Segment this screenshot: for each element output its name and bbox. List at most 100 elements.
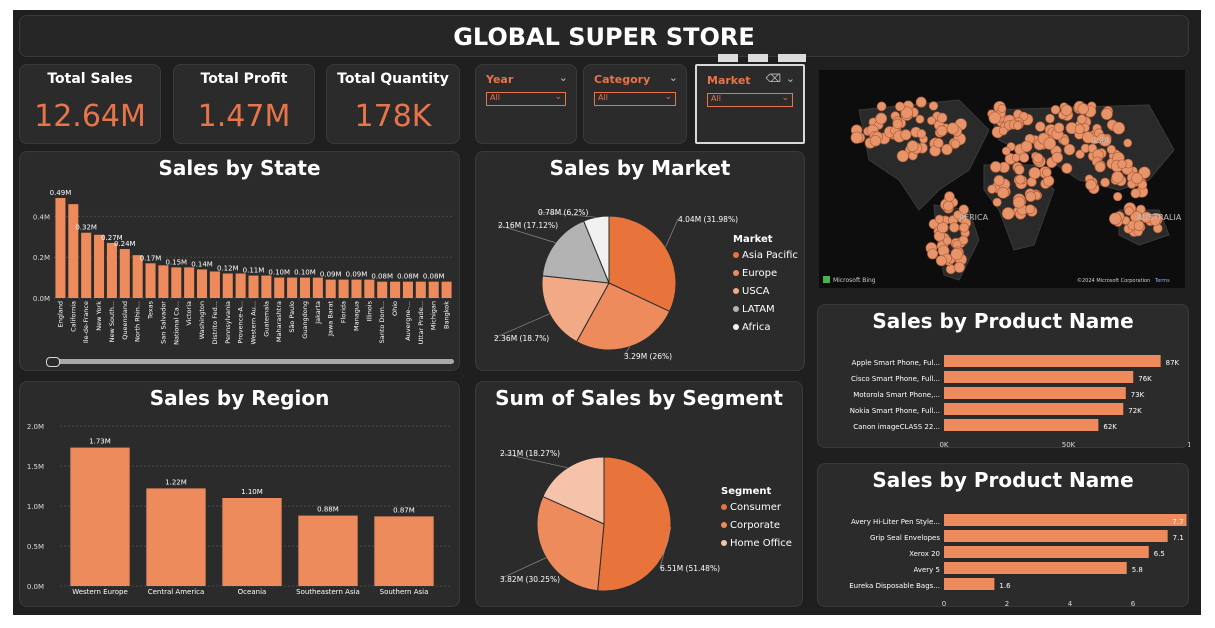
map-bubble[interactable] <box>1094 161 1106 173</box>
map-bubble[interactable] <box>941 143 953 156</box>
slicer-dropdown[interactable]: All ⌄ <box>594 92 676 106</box>
map-bubble[interactable] <box>906 140 919 153</box>
slicer-market[interactable]: Market ⌫ ⌄ All ⌄ <box>695 64 805 144</box>
bar[interactable] <box>944 355 1161 367</box>
map-bubble[interactable] <box>944 191 955 202</box>
map-bubble[interactable] <box>1123 138 1133 148</box>
map-bubble[interactable] <box>1113 192 1123 202</box>
map-bubble[interactable] <box>1015 174 1026 185</box>
bar[interactable] <box>944 403 1124 415</box>
map-bubble[interactable] <box>1112 121 1126 135</box>
bar[interactable] <box>944 546 1149 558</box>
map-bubble[interactable] <box>1124 206 1134 216</box>
map-bubble[interactable] <box>1013 121 1023 131</box>
map-bubble[interactable] <box>1100 177 1110 188</box>
bar[interactable] <box>441 281 452 298</box>
bar[interactable] <box>299 277 311 298</box>
map-bubble[interactable] <box>1076 114 1087 125</box>
map-bubble[interactable] <box>896 149 909 163</box>
map-bubble[interactable] <box>942 200 954 212</box>
map-bubble[interactable] <box>1053 122 1065 133</box>
map-bubble[interactable] <box>1051 151 1063 164</box>
bar[interactable] <box>94 234 105 298</box>
map-bubble[interactable] <box>949 222 960 233</box>
chevron-down-icon[interactable]: ⌄ <box>669 71 678 84</box>
eraser-icon[interactable]: ⌫ <box>765 72 781 85</box>
map-bubble[interactable] <box>993 175 1005 186</box>
bar[interactable] <box>184 267 195 298</box>
map-bubble[interactable] <box>927 248 939 260</box>
map-bubble[interactable] <box>1050 105 1061 115</box>
bar[interactable] <box>171 267 182 298</box>
slicer-year[interactable]: Year ⌄ All ⌄ <box>475 64 577 144</box>
scrollbar-thumb[interactable] <box>46 357 60 367</box>
map-bubble[interactable] <box>953 261 965 273</box>
map-bubble[interactable] <box>959 222 970 233</box>
bar[interactable] <box>944 578 995 590</box>
world-map[interactable]: ASIA AFRICA AUSTRALIA Microsoft Bing ©20… <box>819 70 1185 288</box>
bar[interactable] <box>390 281 401 298</box>
bar[interactable] <box>402 281 413 298</box>
bar[interactable] <box>119 249 130 298</box>
slicer-dropdown[interactable]: All ⌄ <box>707 93 793 107</box>
map-bubble[interactable] <box>933 137 944 149</box>
bar[interactable] <box>377 281 388 298</box>
map-bubble[interactable] <box>892 118 903 129</box>
map-bubble[interactable] <box>1077 103 1089 115</box>
map-bubble[interactable] <box>937 112 948 124</box>
map-bubble[interactable] <box>1035 121 1046 132</box>
chevron-down-icon[interactable]: ⌄ <box>786 72 795 85</box>
map-bubble[interactable] <box>1111 171 1124 184</box>
bar[interactable] <box>287 277 298 298</box>
map-bubble[interactable] <box>997 186 1009 199</box>
bar[interactable] <box>145 263 156 298</box>
map-bubble[interactable] <box>1043 137 1057 150</box>
legend-item[interactable]: Home Office <box>730 538 792 549</box>
sales-by-product-chart-1[interactable]: 0K 50K 1... Apple Smart Phone, Ful... 87K Cis… <box>818 305 1190 449</box>
map-bubble[interactable] <box>1109 212 1122 226</box>
map-bubble[interactable] <box>950 139 961 149</box>
map-bubble[interactable] <box>1061 162 1073 174</box>
legend-item[interactable]: Africa <box>742 322 771 333</box>
sales-by-product-chart-2[interactable]: 02468Avery Hi-Liter Pen Style...7.7Grip … <box>818 464 1190 608</box>
bar[interactable] <box>428 281 439 298</box>
bar[interactable] <box>944 562 1127 574</box>
map-bubble[interactable] <box>936 221 949 234</box>
bar[interactable] <box>158 265 169 298</box>
map-bubble[interactable] <box>850 131 863 144</box>
bar[interactable] <box>415 281 426 298</box>
map-bubble[interactable] <box>934 214 944 224</box>
map-bubble[interactable] <box>915 114 925 124</box>
bar[interactable] <box>196 269 208 298</box>
bar[interactable] <box>944 371 1134 383</box>
legend-item[interactable]: Consumer <box>730 502 782 513</box>
map-bubble[interactable] <box>988 111 1002 125</box>
map-bubble[interactable] <box>990 161 1002 173</box>
map-bubble[interactable] <box>946 122 959 135</box>
map-bubble[interactable] <box>997 104 1007 113</box>
map-bubble[interactable] <box>1063 143 1076 156</box>
map-bubble[interactable] <box>987 184 997 194</box>
bar[interactable] <box>274 277 285 298</box>
map-bubble[interactable] <box>927 116 936 126</box>
focus-icon[interactable] <box>748 54 768 62</box>
sales-by-market-chart[interactable]: 4.04M (31.98%) 3.29M (26%) 2.36M (18.7%) 2.… <box>476 152 806 372</box>
map-bubble[interactable] <box>1085 179 1097 191</box>
bar[interactable] <box>81 232 92 298</box>
bar[interactable] <box>55 198 66 298</box>
map-bubble[interactable] <box>876 101 887 112</box>
map-bubble[interactable] <box>1043 175 1055 187</box>
legend-item[interactable]: Asia Pacific <box>742 250 798 261</box>
sales-by-segment-chart[interactable]: 6.51M (51.48%) 3.82M (30.25%) 2.31M (18.27… <box>476 382 804 608</box>
map-bubble[interactable] <box>915 96 927 108</box>
map-bubble[interactable] <box>928 101 939 111</box>
legend-item[interactable]: USCA <box>742 286 770 297</box>
map-bubble[interactable] <box>1060 104 1073 117</box>
map-bubble[interactable] <box>1012 196 1026 209</box>
bar[interactable] <box>944 514 1187 526</box>
slicer-category[interactable]: Category ⌄ All ⌄ <box>583 64 687 144</box>
more-options-icon[interactable] <box>778 54 806 62</box>
map-bubble[interactable] <box>950 247 963 261</box>
map-bubble[interactable] <box>1117 159 1127 169</box>
map-bubble[interactable] <box>875 112 888 125</box>
